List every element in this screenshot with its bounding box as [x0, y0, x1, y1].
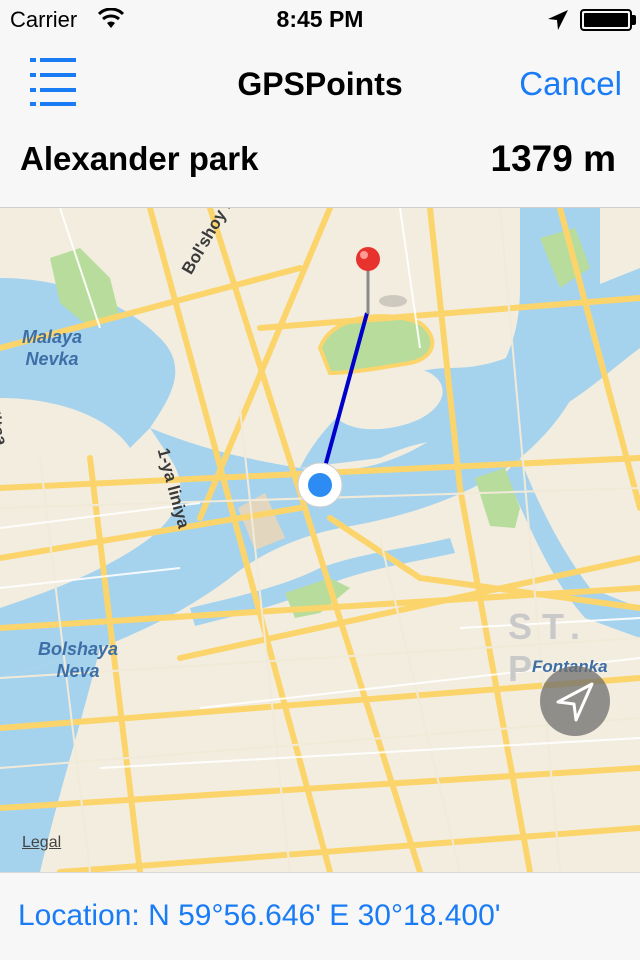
- status-time: 8:45 PM: [276, 6, 364, 32]
- place-name: Alexander park: [20, 140, 259, 177]
- user-location-icon: [297, 462, 343, 508]
- tracking-arrow-icon: [556, 682, 594, 722]
- battery-icon: [580, 9, 632, 31]
- place-info-bar: Alexander park 1379 m: [0, 128, 640, 208]
- label-malaya-nevka: Malaya Nevka: [22, 327, 83, 369]
- bottom-bar: Location: N 59°56.646' E 30°18.400': [0, 872, 640, 960]
- battery-tip: [632, 15, 636, 25]
- navigation-bar: GPSPoints Cancel: [0, 40, 640, 128]
- tracking-button[interactable]: [540, 666, 610, 736]
- map-view[interactable]: Malaya Nevka Bolshaya Neva Fontanka Bol'…: [0, 208, 640, 872]
- cancel-button[interactable]: Cancel: [519, 65, 622, 103]
- map-canvas: [0, 208, 640, 872]
- legal-link[interactable]: Legal: [22, 834, 61, 852]
- location-coordinates: Location: N 59°56.646' E 30°18.400': [18, 899, 501, 932]
- distance-value: 1379 m: [490, 138, 617, 179]
- location-arrow-icon: [548, 10, 568, 30]
- status-bar: Carrier 8:45 PM: [0, 0, 640, 40]
- red-pin-icon: [356, 247, 407, 314]
- label-bolshaya-neva: Bolshaya Neva: [38, 639, 119, 681]
